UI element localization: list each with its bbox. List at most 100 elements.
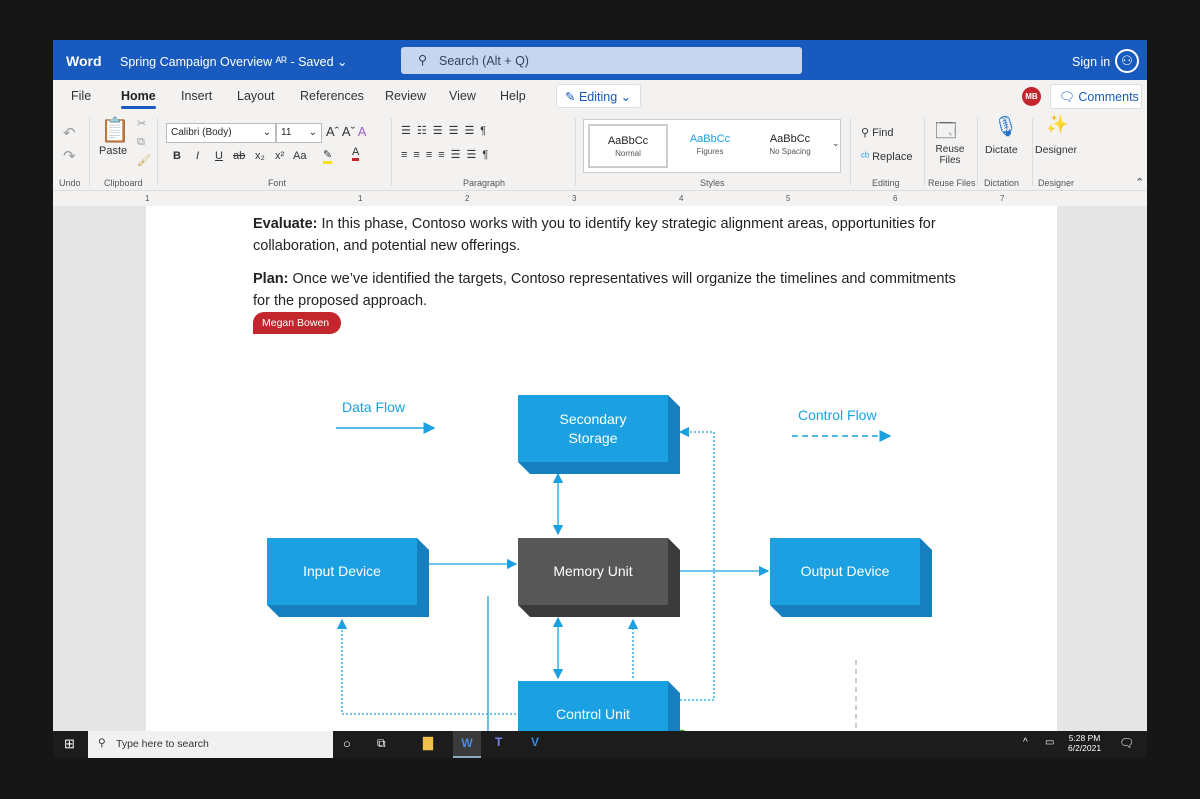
alignment-icons[interactable]: ≡≡≡≡☰☰¶ <box>401 148 494 161</box>
account-icon[interactable]: ⚇ <box>1115 49 1139 73</box>
style-no-spacing[interactable]: AaBbCc No Spacing <box>750 124 830 168</box>
tab-help[interactable]: Help <box>500 89 526 103</box>
app-name: Word <box>66 53 102 69</box>
designer-icon[interactable]: ✨ <box>1046 114 1068 135</box>
style-figures[interactable]: AaBbCc Figures <box>670 124 750 168</box>
visio-icon[interactable]: V <box>531 735 539 749</box>
file-explorer-icon[interactable]: ▇ <box>423 735 433 751</box>
document-name: Spring Campaign Overview <box>120 55 273 69</box>
ruler-mark: 2 <box>465 194 470 203</box>
replace-button[interactable]: ᶜᵇ Replace <box>861 151 912 163</box>
tab-review[interactable]: Review <box>385 89 426 103</box>
paste-button[interactable]: Paste <box>99 145 127 157</box>
search-icon: ⚲ <box>98 737 106 749</box>
control-unit-box[interactable]: Control Unit <box>518 681 680 731</box>
editing-label: Editing <box>578 90 618 104</box>
group-label-clipboard: Clipboard <box>104 178 143 188</box>
teams-icon[interactable]: T <box>495 735 502 749</box>
user-avatar[interactable]: MB <box>1022 87 1041 106</box>
input-device-box[interactable]: Input Device <box>267 538 429 617</box>
word-taskbar-icon[interactable]: W <box>453 731 481 758</box>
windows-start-icon[interactable]: ⊞ <box>64 736 75 752</box>
style-sample: AaBbCc <box>607 135 649 147</box>
font-color-icon[interactable]: A <box>352 146 360 161</box>
tab-home[interactable]: Home <box>121 89 156 109</box>
dictate-button[interactable]: Dictate <box>985 144 1018 156</box>
microphone-icon[interactable]: 🎙 <box>993 114 1018 139</box>
ruler-mark: 7 <box>1000 194 1005 203</box>
italic-button[interactable]: I <box>196 150 199 162</box>
control-label: Control Unit <box>556 706 630 722</box>
style-name: No Spacing <box>769 147 811 156</box>
group-label-editing: Editing <box>872 178 900 188</box>
tab-file[interactable]: File <box>71 89 91 103</box>
title-bar: Word Spring Campaign Overview ᴬᴿ - Saved… <box>53 40 1147 80</box>
styles-more-icon[interactable]: ⌄ <box>832 138 840 149</box>
subscript-button[interactable]: x₂ <box>255 150 265 162</box>
tab-insert[interactable]: Insert <box>181 89 212 103</box>
list-icons[interactable]: ☰☷☰☰☰¶ <box>401 124 492 137</box>
memory-label: Memory Unit <box>553 563 632 579</box>
group-label-paragraph: Paragraph <box>463 178 506 188</box>
style-name: Figures <box>696 147 724 156</box>
bold-button[interactable]: B <box>173 150 181 162</box>
notifications-icon[interactable]: 🗨 <box>1119 736 1134 750</box>
task-view-icon[interactable]: ⧉ <box>377 736 386 751</box>
document-page[interactable]: Evaluate: In this phase, Contoso works w… <box>146 206 1057 731</box>
find-button[interactable]: ⚲ Find <box>861 126 894 139</box>
output-device-box[interactable]: Output Device <box>770 538 932 617</box>
secondary-storage-box[interactable]: Secondary Storage <box>518 395 680 474</box>
clock[interactable]: 5:28 PM 6/2/2021 <box>1068 733 1101 753</box>
style-name: Normal <box>615 149 641 158</box>
copy-icon[interactable]: ⧉ <box>137 136 145 149</box>
change-case-button[interactable]: Aa <box>293 150 306 162</box>
reuse-files-button[interactable]: Reuse Files <box>933 144 967 166</box>
taskbar: ⊞ ⚲ Type here to search ○ ⧉ ▇ W T V ^ ▭ 5… <box>53 731 1147 758</box>
redo-icon[interactable]: ↷ <box>63 147 76 165</box>
tab-references[interactable]: References <box>300 89 364 103</box>
editing-mode-button[interactable]: ✎ Editing ⌄ <box>556 84 641 108</box>
style-normal[interactable]: AaBbCc Normal <box>588 124 668 168</box>
ruler[interactable]: 1 1 2 3 4 5 6 7 <box>53 190 1147 206</box>
battery-icon[interactable]: ▭ <box>1045 737 1054 748</box>
underline-button[interactable]: U <box>215 150 223 162</box>
document-area: Evaluate: In this phase, Contoso works w… <box>53 206 1147 731</box>
style-sample: AaBbCc <box>689 133 731 145</box>
tab-view[interactable]: View <box>449 89 476 103</box>
secondary-label: Secondary <box>560 411 627 427</box>
cut-icon[interactable]: ✂ <box>137 117 146 130</box>
comments-button[interactable]: 🗨 Comments <box>1050 84 1142 109</box>
word-window: Word Spring Campaign Overview ᴬᴿ - Saved… <box>53 40 1147 758</box>
ruler-mark: 1 <box>358 194 363 203</box>
show-hidden-icons[interactable]: ^ <box>1023 737 1028 748</box>
format-painter-icon[interactable]: 🖌 <box>137 154 151 167</box>
ruler-mark: 5 <box>786 194 791 203</box>
styles-gallery: AaBbCc Normal AaBbCc Figures AaBbCc No Spac… <box>583 119 841 173</box>
sign-in-link[interactable]: Sign in <box>1072 55 1110 69</box>
highlight-icon[interactable]: ✎ <box>323 148 333 164</box>
strikethrough-button[interactable]: ab <box>233 150 245 162</box>
paste-icon[interactable]: 📋 <box>100 116 130 145</box>
undo-icon[interactable]: ↶ <box>63 124 76 142</box>
grow-font-icon[interactable]: Aˆ Aˇ A <box>326 124 366 139</box>
tab-layout[interactable]: Layout <box>237 89 275 103</box>
font-name-value: Calibri (Body) <box>171 127 232 138</box>
control-storage-arrow <box>678 426 715 701</box>
document-title[interactable]: Spring Campaign Overview ᴬᴿ - Saved ⌄ <box>120 54 348 69</box>
cortana-icon[interactable]: ○ <box>343 736 351 751</box>
designer-button[interactable]: Designer <box>1035 144 1077 156</box>
superscript-button[interactable]: x² <box>275 150 284 162</box>
collapse-ribbon-icon[interactable]: ⌃ <box>1135 176 1144 189</box>
output-label: Output Device <box>801 563 890 579</box>
taskbar-search-input[interactable]: ⚲ Type here to search <box>88 731 333 758</box>
save-status: - Saved <box>290 55 334 69</box>
font-name-select[interactable]: Calibri (Body) ⌄ <box>166 123 276 143</box>
legend-control-flow: Control Flow <box>798 407 877 423</box>
group-label-styles: Styles <box>700 178 725 188</box>
font-size-select[interactable]: 11 ⌄ <box>276 123 322 143</box>
group-label-dictation: Dictation <box>984 178 1020 188</box>
search-input[interactable]: ⚲ Search (Alt + Q) <box>401 47 802 74</box>
group-label-undo: Undo <box>59 178 81 188</box>
replace-icon: ᶜᵇ <box>861 151 870 163</box>
memory-unit-box[interactable]: Memory Unit <box>518 538 680 617</box>
